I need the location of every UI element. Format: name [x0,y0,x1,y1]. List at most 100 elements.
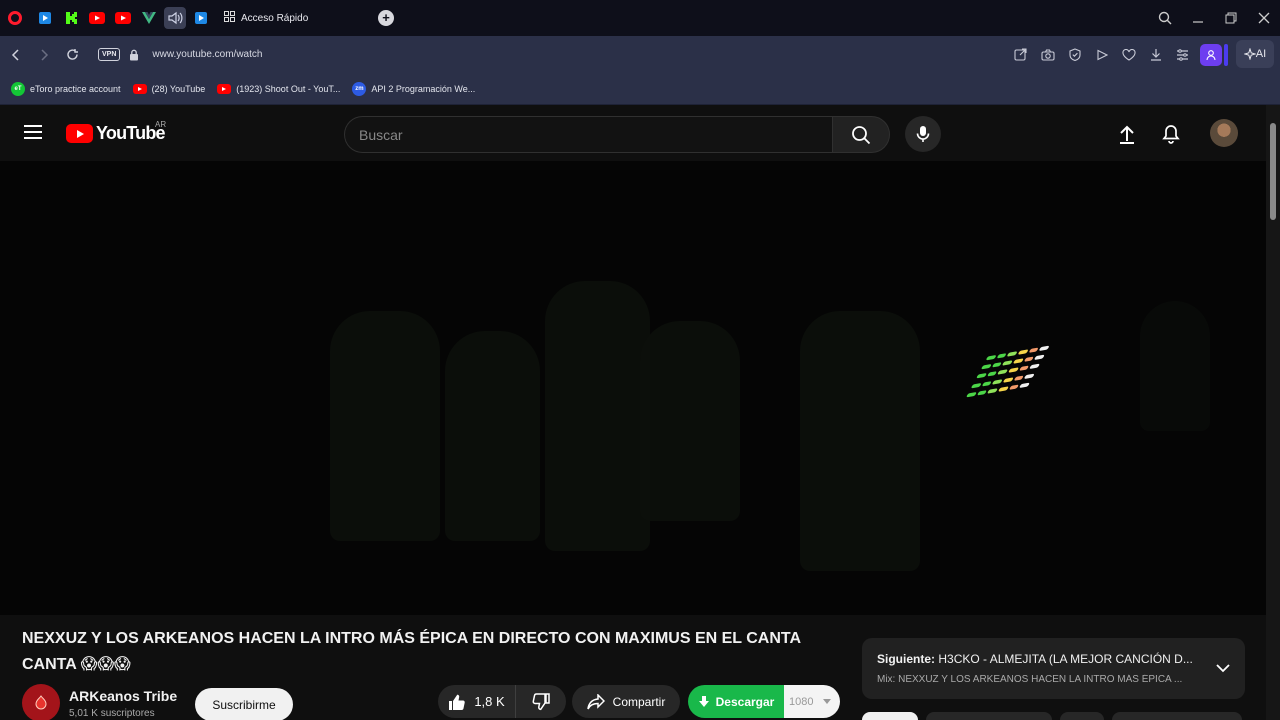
minimize-icon[interactable] [1181,0,1214,36]
address-bar: VPN www.youtube.com/watch [0,36,1280,73]
filter-chip[interactable] [926,712,1052,720]
like-count: 1,8 K [474,694,505,709]
opera-menu-icon[interactable] [0,0,30,36]
expand-chevron-icon[interactable] [1215,660,1231,676]
like-button[interactable]: 1,8 K [438,685,516,718]
thumbs-up-icon [449,694,466,710]
search-icon [852,125,871,144]
sparkle-icon [1243,48,1256,60]
up-next-title: Siguiente: H3CKO - ALMEJITA (LA MEJOR CA… [877,652,1197,666]
address-bar-actions [1007,36,1222,73]
scrollbar-thumb[interactable] [1270,123,1276,220]
aria-ai-button[interactable]: AI [1236,40,1274,68]
filter-chip[interactable] [1060,712,1104,720]
bookmark-youtube[interactable]: (28) YouTube [132,83,206,94]
upload-icon [1120,125,1134,144]
play-icon[interactable] [1088,41,1115,69]
search-input[interactable]: Buscar [344,116,833,153]
vpn-badge[interactable]: VPN [98,48,121,61]
download-icon[interactable] [1142,41,1169,69]
close-window-icon[interactable] [1247,0,1280,36]
download-button[interactable]: Descargar [688,685,784,718]
subscribe-button[interactable]: Suscribirme [195,688,293,720]
share-arrow-icon [586,693,605,709]
channel-logo-icon [35,695,47,710]
user-avatar[interactable] [1210,119,1238,147]
shield-icon[interactable] [1061,41,1088,69]
thumbs-down-icon [532,692,550,710]
tab-search-icon[interactable] [1148,0,1181,36]
new-tab-button[interactable]: + [378,10,394,26]
pinned-tab-video-player-icon[interactable] [190,7,212,29]
pinned-tab-audio-tab-icon[interactable] [164,7,186,29]
pinned-tab-youtube-icon[interactable] [112,7,134,29]
tab-title-label: Acceso Rápido [241,12,309,24]
back-icon[interactable] [2,41,30,69]
youtube-icon [132,83,147,94]
up-next-prefix: Siguiente: [877,652,936,666]
create-upload-button[interactable] [1114,121,1140,147]
video-frame-shape [800,311,920,571]
up-next-card[interactable]: Siguiente: H3CKO - ALMEJITA (LA MEJOR CA… [862,638,1245,699]
filter-chip[interactable] [862,712,918,720]
browser-tab-strip: Acceso Rápido + [0,0,1280,36]
bell-icon [1162,125,1180,144]
filter-chip[interactable] [1112,712,1242,720]
youtube-masthead: YouTube AR Buscar [0,105,1266,161]
url-field[interactable]: www.youtube.com/watch [152,49,262,60]
dislike-button[interactable] [516,685,566,718]
bookmark-api-2[interactable]: zm API 2 Programación We... [352,81,476,96]
video-frame-shape [640,321,740,521]
share-page-icon[interactable] [1007,41,1034,69]
bookmark-label: (1923) Shoot Out - YouT... [236,83,341,94]
pinned-tab-vue-icon[interactable] [138,7,160,29]
channel-name[interactable]: ARKeanos Tribe [69,688,177,704]
bookmark-etoro[interactable]: eT eToro practice account [11,81,121,96]
pinned-tab-video-player-icon[interactable] [34,7,56,29]
share-label: Compartir [612,694,666,709]
lock-icon[interactable] [128,49,140,61]
up-next-video-title: H3CKO - ALMEJITA (LA MEJOR CANCIÓN D... [938,652,1193,666]
notifications-button[interactable] [1158,121,1184,147]
sidebar-accent-divider [1224,44,1228,66]
pinned-tab-kick-icon[interactable] [60,7,82,29]
camera-icon[interactable] [1034,41,1061,69]
video-led-screen [964,345,1050,401]
bookmark-label: API 2 Programación We... [371,83,476,94]
youtube-logo[interactable]: YouTube [66,123,166,144]
bookmark-label: (28) YouTube [151,83,206,94]
up-next-mix: Mix: NEXXUZ Y LOS ARKEANOS HACEN LA INTR… [877,674,1183,685]
restore-icon[interactable] [1214,0,1247,36]
quality-select[interactable]: 1080 [784,685,840,718]
speed-dial-icon [224,11,235,25]
filter-chips [862,712,1242,720]
easy-setup-icon[interactable] [1169,41,1196,69]
heart-icon[interactable] [1115,41,1142,69]
pinned-tabs [34,7,212,29]
channel-avatar[interactable] [22,684,60,720]
video-frame-shape [445,331,540,541]
download-label: Descargar [715,694,775,709]
subscriber-count: 5,01 K suscriptores [69,708,155,719]
profile-icon[interactable] [1200,43,1222,66]
ai-label: AI [1255,48,1267,60]
youtube-play-icon [66,124,93,143]
pinned-tab-youtube-icon[interactable] [86,7,108,29]
like-dislike-group: 1,8 K [438,685,566,718]
zoom-icon: zm [352,81,367,96]
voice-search-button[interactable] [905,116,941,152]
menu-icon[interactable] [24,125,42,139]
etoro-icon: eT [11,81,25,96]
tab-acceso-rapido[interactable]: Acceso Rápido [224,11,374,25]
reload-icon[interactable] [58,41,86,69]
chevron-down-icon [823,698,832,704]
share-button[interactable]: Compartir [572,685,680,718]
microphone-icon [916,126,930,142]
video-player[interactable] [0,161,1266,615]
bookmarks-bar: eT eToro practice account (28) YouTube (… [0,73,1280,105]
search-button[interactable] [832,116,890,153]
bookmark-shoot-out[interactable]: (1923) Shoot Out - YouT... [217,83,341,94]
youtube-icon [217,83,232,94]
bookmark-label: eToro practice account [30,83,121,94]
forward-icon[interactable] [30,41,58,69]
